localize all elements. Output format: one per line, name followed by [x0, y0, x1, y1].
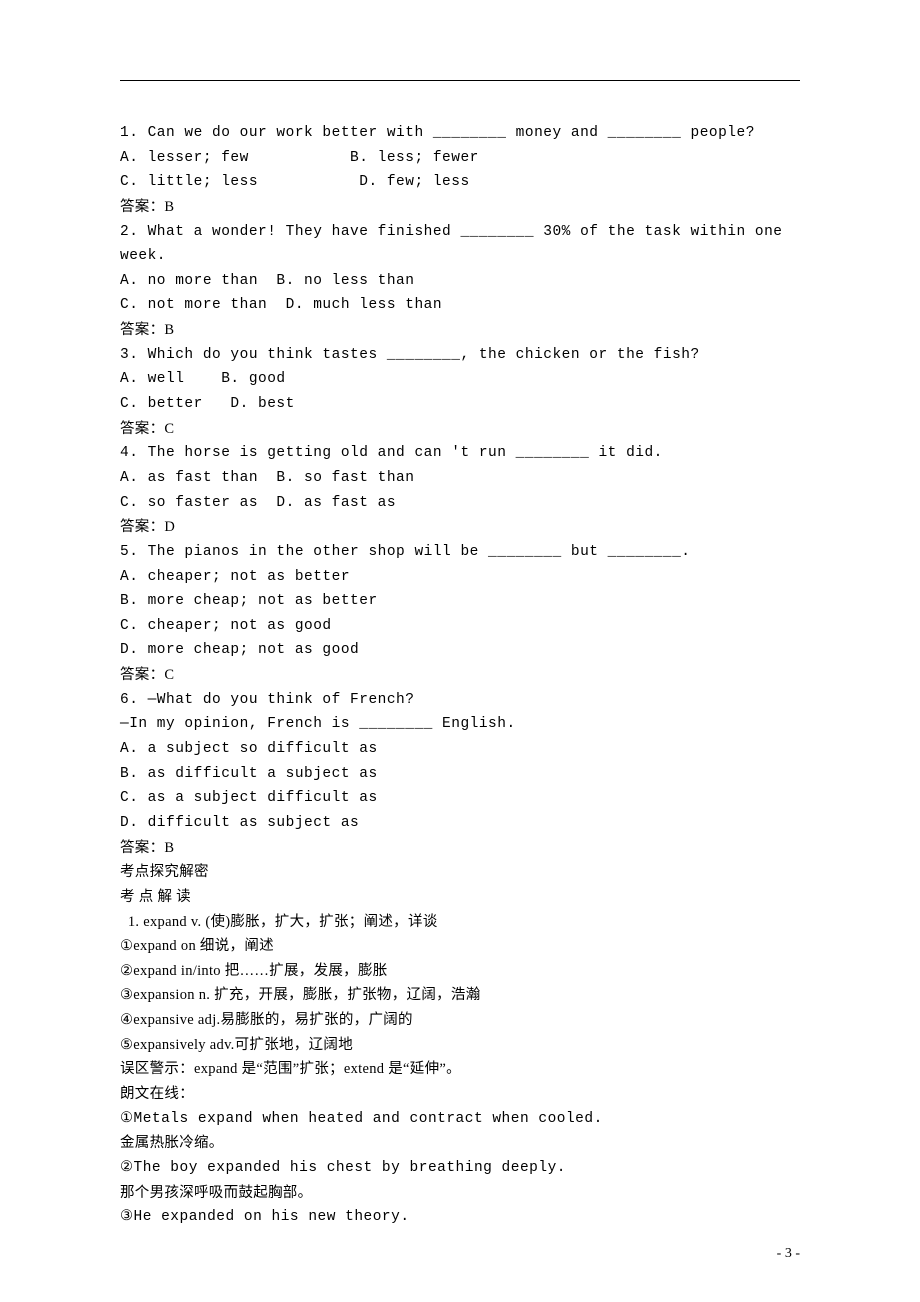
q6-stem2: —In my opinion, French is ________ Engli… [120, 712, 800, 737]
q3-opts-cd: C. better D. best [120, 392, 800, 417]
expand-p4: ④expansive adj.易膨胀的，易扩张的，广阔的 [120, 1008, 800, 1033]
q5-opt-d: D. more cheap; not as good [120, 638, 800, 663]
q1-opts-cd: C. little; less D. few; less [120, 170, 800, 195]
section-subtitle: 考 点 解 读 [120, 885, 800, 910]
q2-stem: 2. What a wonder! They have finished ___… [120, 220, 800, 269]
q5-opt-b: B. more cheap; not as better [120, 589, 800, 614]
q6-opt-d: D. difficult as subject as [120, 811, 800, 836]
expand-p1: ①expand on 细说，阐述 [120, 934, 800, 959]
q4-stem: 4. The horse is getting old and can 't r… [120, 441, 800, 466]
q4-answer: 答案：D [120, 515, 800, 540]
q6-opt-c: C. as a subject difficult as [120, 786, 800, 811]
page-number: - 3 - [777, 1246, 800, 1262]
expand-ex2-en: ②The boy expanded his chest by breathing… [120, 1156, 800, 1181]
q3-stem: 3. Which do you think tastes ________, t… [120, 343, 800, 368]
expand-p5: ⑤expansively adv.可扩张地，辽阔地 [120, 1033, 800, 1058]
expand-ex2-cn: 那个男孩深呼吸而鼓起胸部。 [120, 1181, 800, 1206]
q2-opts-cd: C. not more than D. much less than [120, 293, 800, 318]
q6-stem1: 6. —What do you think of French? [120, 688, 800, 713]
q5-opt-a: A. cheaper; not as better [120, 565, 800, 590]
expand-longman-label: 朗文在线： [120, 1082, 800, 1107]
q6-opt-b: B. as difficult a subject as [120, 762, 800, 787]
q1-answer: 答案：B [120, 195, 800, 220]
q3-answer: 答案：C [120, 417, 800, 442]
expand-ex3-en: ③He expanded on his new theory. [120, 1205, 800, 1230]
document-body: 1. Can we do our work better with ______… [120, 121, 800, 1230]
q5-answer: 答案：C [120, 663, 800, 688]
expand-ex1-cn: 金属热胀冷缩。 [120, 1131, 800, 1156]
header-divider [120, 80, 800, 81]
q6-answer: 答案：B [120, 836, 800, 861]
q2-answer: 答案：B [120, 318, 800, 343]
expand-p2: ②expand in/into 把……扩展，发展，膨胀 [120, 959, 800, 984]
q5-stem: 5. The pianos in the other shop will be … [120, 540, 800, 565]
q3-opts-ab: A. well B. good [120, 367, 800, 392]
q6-opt-a: A. a subject so difficult as [120, 737, 800, 762]
expand-warning: 误区警示：expand 是“范围”扩张；extend 是“延伸”。 [120, 1057, 800, 1082]
section-title: 考点探究解密 [120, 860, 800, 885]
q4-opts-cd: C. so faster as D. as fast as [120, 491, 800, 516]
q4-opts-ab: A. as fast than B. so fast than [120, 466, 800, 491]
q1-opts-ab: A. lesser; few B. less; fewer [120, 146, 800, 171]
q1-stem: 1. Can we do our work better with ______… [120, 121, 800, 146]
q2-opts-ab: A. no more than B. no less than [120, 269, 800, 294]
expand-ex1-en: ①Metals expand when heated and contract … [120, 1107, 800, 1132]
expand-p3: ③expansion n. 扩充，开展，膨胀，扩张物，辽阔，浩瀚 [120, 983, 800, 1008]
expand-head: 1. expand v. (使)膨胀，扩大，扩张；阐述，详谈 [120, 910, 800, 935]
q5-opt-c: C. cheaper; not as good [120, 614, 800, 639]
